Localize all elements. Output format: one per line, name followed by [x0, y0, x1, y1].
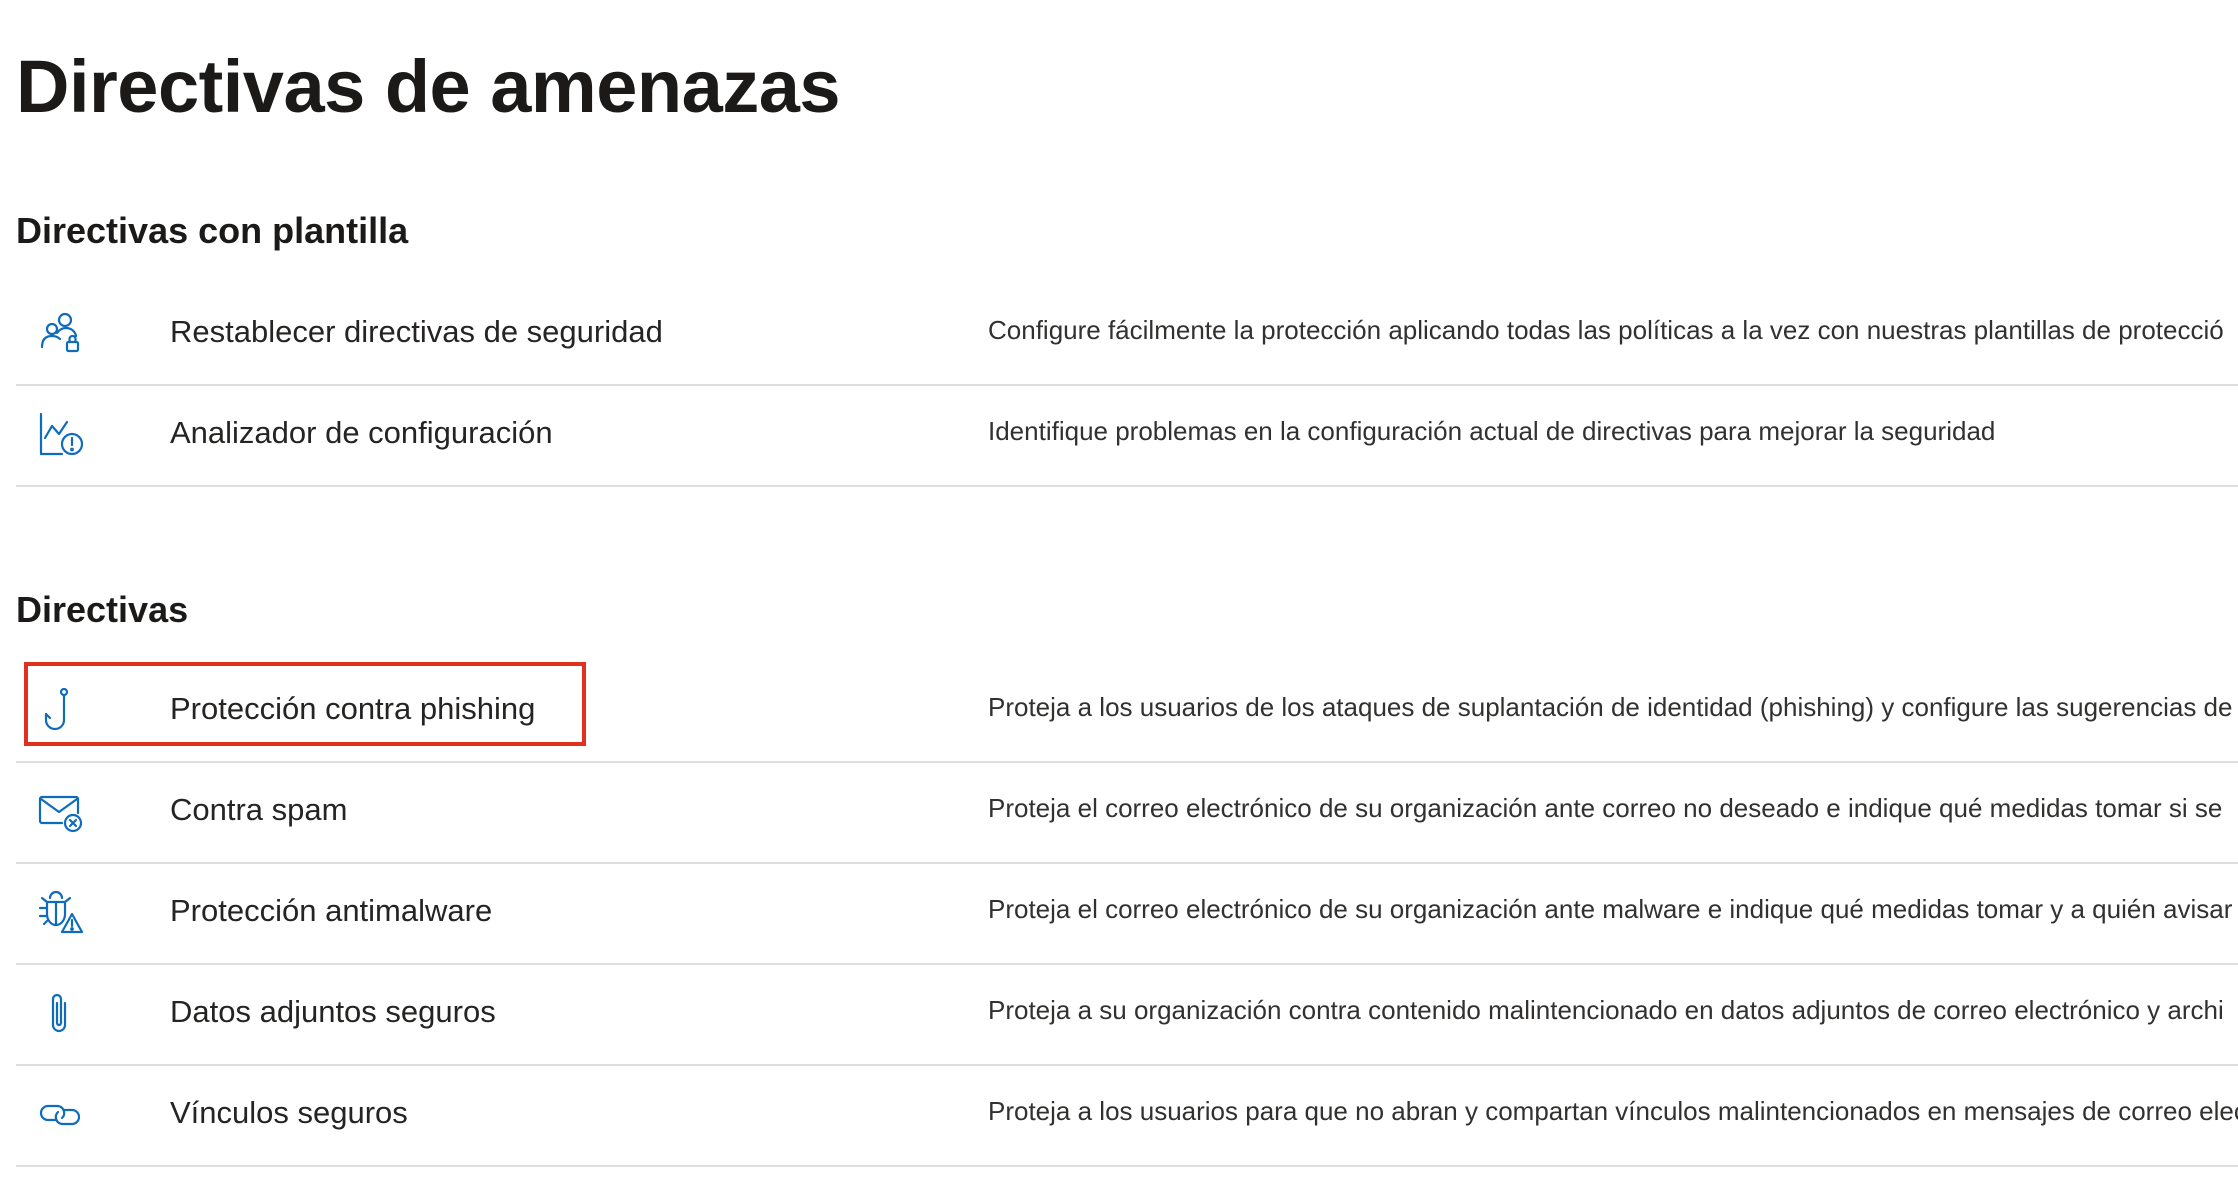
threat-policies-page: Directivas de amenazas Directivas con pl…	[0, 0, 2238, 1186]
policy-row-anti-spam[interactable]: Contra spam Proteja el correo electrónic…	[16, 763, 2238, 864]
policy-row-description: Configure fácilmente la protección aplic…	[988, 315, 2224, 345]
policy-row-label: Contra spam	[170, 792, 348, 827]
policy-row-configuration-analyzer[interactable]: Analizador de configuración Identifique …	[16, 386, 2238, 487]
policy-row-description: Proteja a los usuarios para que no abran…	[988, 1096, 2238, 1126]
policy-row-label: Protección contra phishing	[170, 691, 536, 726]
policy-row-anti-malware[interactable]: Protección antimalware Proteja el correo…	[16, 864, 2238, 965]
users-lock-icon	[36, 309, 86, 359]
section-heading-templated: Directivas con plantilla	[16, 210, 409, 251]
policy-row-description: Identifique problemas en la configuració…	[988, 416, 1996, 446]
chart-warning-icon	[36, 410, 86, 460]
policy-row-label: Vínculos seguros	[170, 1095, 408, 1130]
paperclip-icon	[36, 989, 86, 1039]
policy-row-label: Restablecer directivas de seguridad	[170, 314, 663, 349]
policy-row-description: Proteja a los usuarios de los ataques de…	[988, 692, 2233, 722]
link-icon	[36, 1090, 86, 1140]
policies-list: Protección contra phishing Proteja a los…	[16, 662, 2238, 1167]
page-title: Directivas de amenazas	[16, 45, 841, 128]
policy-row-safe-links[interactable]: Vínculos seguros Proteja a los usuarios …	[16, 1066, 2238, 1167]
policy-row-anti-phishing[interactable]: Protección contra phishing Proteja a los…	[16, 662, 2238, 763]
policy-row-description: Proteja el correo electrónico de su orga…	[988, 894, 2233, 924]
policy-row-label: Analizador de configuración	[170, 415, 553, 450]
templated-policies-list: Restablecer directivas de seguridad Conf…	[16, 285, 2238, 487]
policy-row-safe-attachments[interactable]: Datos adjuntos seguros Proteja a su orga…	[16, 965, 2238, 1066]
policy-row-label: Datos adjuntos seguros	[170, 994, 496, 1029]
policy-row-label: Protección antimalware	[170, 893, 493, 928]
bug-warning-icon	[36, 888, 86, 938]
policy-row-preset-security[interactable]: Restablecer directivas de seguridad Conf…	[16, 285, 2238, 386]
section-heading-policies: Directivas	[16, 589, 189, 630]
mail-blocked-icon	[36, 787, 86, 837]
policy-row-description: Proteja el correo electrónico de su orga…	[988, 793, 2223, 823]
fishing-hook-icon	[36, 686, 86, 736]
policy-row-description: Proteja a su organización contra conteni…	[988, 995, 2224, 1025]
